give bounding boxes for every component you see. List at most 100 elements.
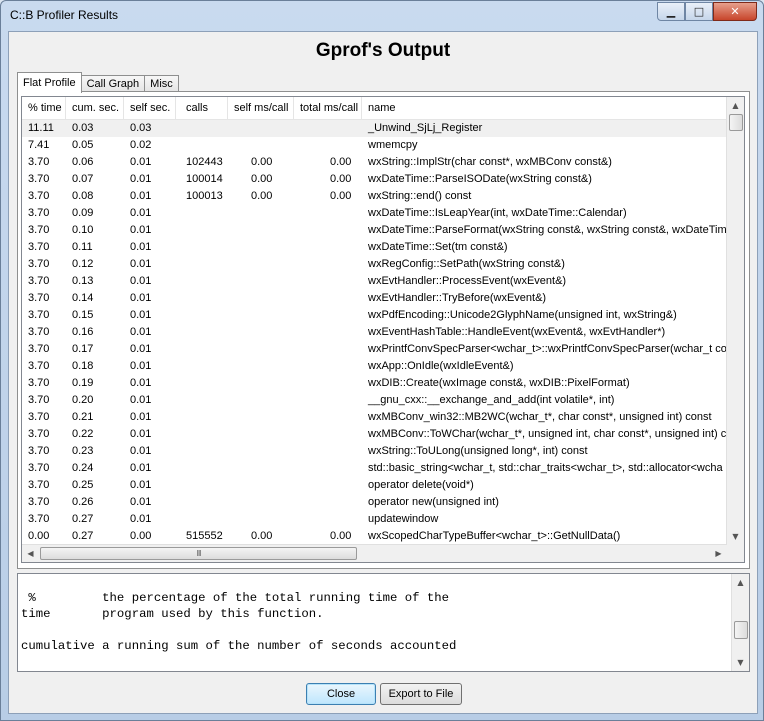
close-button[interactable]: Close: [306, 683, 376, 705]
table-header: % time cum. sec. self sec. calls self ms…: [22, 97, 727, 120]
table-vertical-scroll-thumb[interactable]: [729, 114, 743, 131]
scroll-up-icon[interactable]: ▲: [727, 97, 744, 114]
table-row[interactable]: 3.70 0.13 0.01 wxEvtHandler::ProcessEvent(w…: [22, 273, 727, 290]
table-row[interactable]: 0.00 0.27 0.00 515552 0.00 0.00 wxScopedCharTy…: [22, 528, 727, 545]
cell-self-ms-call: [228, 460, 294, 477]
description-vertical-scrollbar[interactable]: ▲ ▼: [731, 574, 749, 671]
description-text-area[interactable]: % the percentage of the total running ti…: [17, 573, 750, 672]
window-title: C::B Profiler Results: [10, 8, 119, 22]
table-row[interactable]: 3.70 0.15 0.01 wxPdfEncoding::Unicode2Glyph…: [22, 307, 727, 324]
column-header-calls[interactable]: calls: [176, 97, 228, 119]
export-to-file-button[interactable]: Export to File: [380, 683, 462, 705]
cell-name: wxString::end() const: [368, 190, 472, 202]
cell-name: updatewindow: [368, 513, 439, 525]
cell-self-sec: 0.01: [130, 309, 152, 321]
table-row[interactable]: 3.70 0.26 0.01 operator new(unsigned int): [22, 494, 727, 511]
cell-self-sec: 0.01: [130, 326, 152, 338]
column-header-total-ms-call[interactable]: total ms/call: [294, 97, 362, 119]
cell-cum-sec: 0.11: [72, 241, 93, 253]
cell-percent-time: 3.70: [28, 326, 50, 338]
table-row[interactable]: 3.70 0.10 0.01 wxDateTime::ParseFormat(wxSt…: [22, 222, 727, 239]
table-row[interactable]: 3.70 0.16 0.01 wxEventHashTable::HandleEven…: [22, 324, 727, 341]
table-row[interactable]: 3.70 0.25 0.01 operator delete(void*): [22, 477, 727, 494]
cell-self-ms-call: [228, 443, 294, 460]
table-row[interactable]: 3.70 0.17 0.01 wxPrintfConvSpecParser<wchar…: [22, 341, 727, 358]
cell-self-ms-call: [228, 324, 294, 341]
table-row[interactable]: 3.70 0.19 0.01 wxDIB::Create(wxImage const&…: [22, 375, 727, 392]
table-row[interactable]: 3.70 0.27 0.01 updatewindow: [22, 511, 727, 528]
table-row[interactable]: 3.70 0.08 0.01 100013 0.00 0.00 wxString::end(…: [22, 188, 727, 205]
cell-name: operator delete(void*): [368, 479, 474, 491]
cell-total-ms-call: [294, 375, 362, 392]
column-header-self-ms-call[interactable]: self ms/call: [228, 97, 294, 119]
table-row[interactable]: 3.70 0.14 0.01 wxEvtHandler::TryBefore(wxEv…: [22, 290, 727, 307]
description-scroll-thumb[interactable]: [734, 621, 748, 639]
cell-self-sec: 0.01: [130, 224, 152, 236]
table-row[interactable]: 11.11 0.03 0.03 _Unwind_SjLj_Register: [22, 120, 727, 137]
table-row[interactable]: 3.70 0.21 0.01 wxMBConv_win32::MB2WC(wchar_…: [22, 409, 727, 426]
cell-name: wxString::ImplStr(char const*, wxMBConv …: [368, 156, 612, 168]
cell-cum-sec: 0.16: [72, 326, 94, 338]
table-row[interactable]: 3.70 0.23 0.01 wxString::ToULong(unsigned l…: [22, 443, 727, 460]
table-row[interactable]: 3.70 0.24 0.01 std::basic_string<wchar_t, s…: [22, 460, 727, 477]
cell-percent-time: 3.70: [28, 173, 50, 185]
maximize-button[interactable]: □: [685, 2, 713, 21]
cell-name: wxEvtHandler::TryBefore(wxEvent&): [368, 292, 547, 304]
cell-percent-time: 3.70: [28, 275, 50, 287]
cell-self-sec: 0.01: [130, 343, 152, 355]
table-horizontal-scrollbar[interactable]: ◀ III ▶: [22, 544, 727, 562]
table-row[interactable]: 3.70 0.06 0.01 102443 0.00 0.00 wxString::Impl…: [22, 154, 727, 171]
table-row[interactable]: 3.70 0.18 0.01 wxApp::OnIdle(wxIdleEvent&): [22, 358, 727, 375]
cell-self-ms-call: 0.00: [251, 156, 273, 168]
cell-percent-time: 3.70: [28, 190, 50, 202]
cell-calls: [176, 358, 228, 375]
table-row[interactable]: 3.70 0.12 0.01 wxRegConfig::SetPath(wxStrin…: [22, 256, 727, 273]
cell-total-ms-call: [294, 358, 362, 375]
cell-calls: [176, 426, 228, 443]
cell-total-ms-call: [294, 494, 362, 511]
profiler-window: C::B Profiler Results ▁ □ ✕ Gprof's Outp…: [0, 0, 764, 721]
tab-flat-profile[interactable]: Flat Profile: [17, 72, 82, 93]
cell-self-sec: 0.01: [130, 360, 152, 372]
cell-cum-sec: 0.22: [72, 428, 94, 440]
minimize-button[interactable]: ▁: [657, 2, 685, 21]
cell-calls: [176, 222, 228, 239]
description-text: % the percentage of the total running ti…: [21, 590, 456, 654]
column-header-cum-sec[interactable]: cum. sec.: [66, 97, 124, 119]
cell-self-ms-call: [228, 341, 294, 358]
table-body: 11.11 0.03 0.03 _Unwind_SjLj_Register 7.41 0.…: [22, 120, 727, 545]
cell-total-ms-call: [294, 426, 362, 443]
scroll-right-icon[interactable]: ▶: [710, 545, 727, 562]
cell-self-ms-call: [228, 375, 294, 392]
table-row[interactable]: 3.70 0.22 0.01 wxMBConv::ToWChar(wchar_t*, …: [22, 426, 727, 443]
cell-self-ms-call: [228, 307, 294, 324]
cell-self-ms-call: [228, 494, 294, 511]
cell-self-ms-call: 0.00: [251, 190, 273, 202]
column-header-self-sec[interactable]: self sec.: [124, 97, 176, 119]
page-title: Gprof's Output: [315, 40, 451, 61]
cell-name: wxDateTime::ParseISODate(wxString const&…: [368, 173, 592, 185]
cell-percent-time: 3.70: [28, 207, 50, 219]
maximize-icon: □: [693, 5, 705, 18]
scroll-down-icon[interactable]: ▼: [732, 654, 749, 671]
scroll-left-icon[interactable]: ◀: [22, 545, 39, 562]
table-row[interactable]: 3.70 0.07 0.01 100014 0.00 0.00 wxDateTime::Pa…: [22, 171, 727, 188]
close-window-button[interactable]: ✕: [713, 2, 757, 21]
column-header-name[interactable]: name: [362, 97, 727, 119]
scroll-up-icon[interactable]: ▲: [732, 574, 749, 591]
table-row[interactable]: 7.41 0.05 0.02 wmemcpy: [22, 137, 727, 154]
flat-profile-table[interactable]: % time cum. sec. self sec. calls self ms…: [21, 96, 745, 563]
cell-self-sec: 0.01: [130, 377, 152, 389]
table-row[interactable]: 3.70 0.11 0.01 wxDateTime::Set(tm const&): [22, 239, 727, 256]
table-row[interactable]: 3.70 0.20 0.01 __gnu_cxx::__exchange_and_ad…: [22, 392, 727, 409]
table-horizontal-scroll-thumb[interactable]: III: [40, 547, 357, 560]
cell-calls: 102443: [186, 156, 223, 168]
title-bar[interactable]: C::B Profiler Results ▁ □ ✕: [1, 1, 763, 31]
table-row[interactable]: 3.70 0.09 0.01 wxDateTime::IsLeapYear(int, …: [22, 205, 727, 222]
cell-self-ms-call: [228, 256, 294, 273]
scroll-down-icon[interactable]: ▼: [727, 528, 744, 545]
minimize-icon: ▁: [666, 5, 676, 18]
column-header-percent-time[interactable]: % time: [22, 97, 66, 119]
cell-name: wxDateTime::Set(tm const&): [368, 241, 508, 253]
table-vertical-scrollbar[interactable]: ▲ ▼: [726, 97, 744, 545]
